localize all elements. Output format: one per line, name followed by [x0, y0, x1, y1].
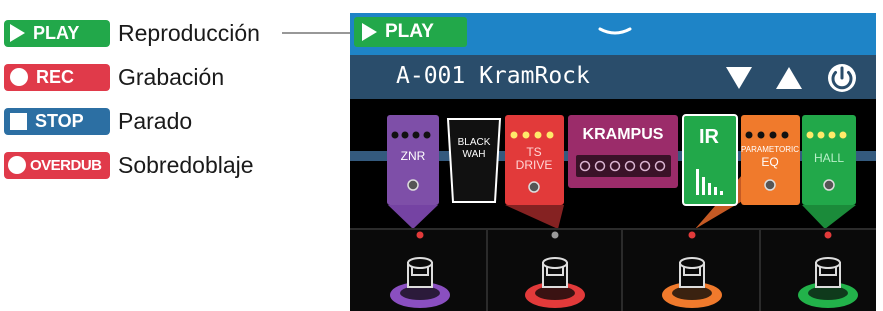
effect-parametric-eq-label-2: EQ: [761, 155, 778, 169]
state-badge: PLAY: [354, 17, 467, 47]
effect-parametric-eq[interactable]: PARAMETORIC EQ: [741, 115, 800, 205]
effect-ir[interactable]: IR: [682, 114, 738, 206]
effect-ts-drive-label-2: DRIVE: [516, 158, 553, 172]
state-badge-text: PLAY: [385, 21, 434, 42]
chevron-down-icon[interactable]: [598, 27, 632, 39]
effect-parametric-eq-label-1: PARAMETORIC: [741, 145, 799, 154]
effect-chain: ZNR BLACK WAH TS DRIVE KRAMPUS IR PARAME…: [350, 99, 876, 311]
device-screen: PLAY A-001 KramRock ZNR BLACK WAH TS DRI…: [350, 13, 876, 311]
effect-hall-label: HALL: [814, 151, 844, 165]
patch-bar: A-001 KramRock: [350, 55, 876, 99]
effect-znr-label: ZNR: [401, 149, 426, 163]
effect-black-wah-label-2: WAH: [463, 149, 486, 160]
patch-controls: [726, 64, 856, 92]
status-bar: PLAY: [350, 13, 876, 55]
effect-chain-graphics: ZNR BLACK WAH TS DRIVE KRAMPUS IR PARAME…: [350, 114, 876, 311]
effect-ts-drive[interactable]: TS DRIVE: [505, 115, 564, 205]
patch-name: A-001 KramRock: [396, 63, 590, 89]
play-icon: [362, 23, 377, 41]
effect-ir-label: IR: [699, 126, 720, 148]
effect-black-wah-label-1: BLACK: [458, 137, 491, 148]
power-icon[interactable]: [828, 64, 856, 92]
effect-znr[interactable]: ZNR: [387, 115, 439, 205]
effect-black-wah[interactable]: BLACK WAH: [446, 118, 502, 203]
triangle-up-icon[interactable]: [776, 67, 802, 89]
effect-krampus[interactable]: KRAMPUS: [568, 115, 678, 188]
effect-hall[interactable]: HALL: [802, 115, 856, 205]
triangle-down-icon[interactable]: [726, 67, 752, 89]
root: PLAY Reproducción REC Grabación STOP Par…: [0, 0, 883, 311]
effect-krampus-label: KRAMPUS: [583, 126, 664, 143]
effect-ts-drive-label-1: TS: [526, 145, 541, 159]
